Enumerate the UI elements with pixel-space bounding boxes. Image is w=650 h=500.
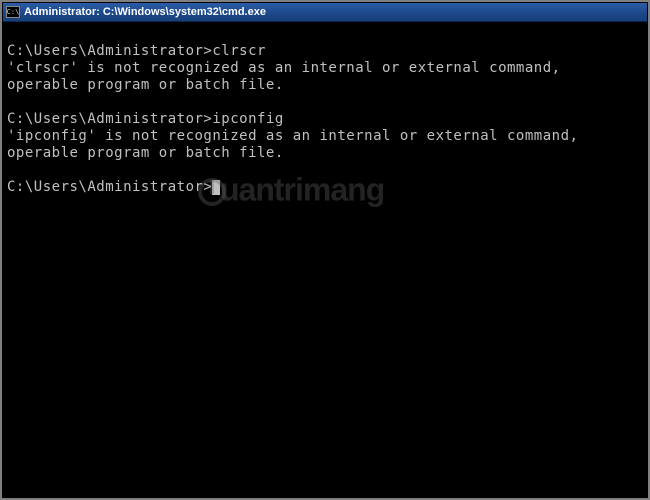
terminal-area[interactable]: uantrimang C:\Users\Administrator>clrscr… — [3, 22, 647, 497]
prompt: C:\Users\Administrator> — [7, 111, 212, 127]
output-line: operable program or batch file. — [7, 77, 643, 94]
output-line: operable program or batch file. — [7, 145, 643, 162]
titlebar[interactable]: C:\ Administrator: C:\Windows\system32\c… — [3, 3, 647, 22]
prompt: C:\Users\Administrator> — [7, 43, 212, 59]
output-line: 'clrscr' is not recognized as an interna… — [7, 60, 643, 77]
active-prompt-line: C:\Users\Administrator> — [7, 179, 643, 196]
output-line: 'ipconfig' is not recognized as an inter… — [7, 128, 643, 145]
blank-line — [7, 94, 643, 111]
blank-line — [7, 26, 643, 43]
terminal-content: C:\Users\Administrator>clrscr'clrscr' is… — [7, 26, 643, 196]
window-title: Administrator: C:\Windows\system32\cmd.e… — [24, 6, 266, 18]
cmd-icon: C:\ — [6, 6, 20, 18]
command-text: ipconfig — [212, 111, 283, 127]
command-text: clrscr — [212, 43, 266, 59]
command-line: C:\Users\Administrator>ipconfig — [7, 111, 643, 128]
cursor — [212, 180, 220, 195]
cmd-window: C:\ Administrator: C:\Windows\system32\c… — [2, 2, 648, 498]
prompt: C:\Users\Administrator> — [7, 179, 212, 195]
command-line: C:\Users\Administrator>clrscr — [7, 43, 643, 60]
blank-line — [7, 162, 643, 179]
